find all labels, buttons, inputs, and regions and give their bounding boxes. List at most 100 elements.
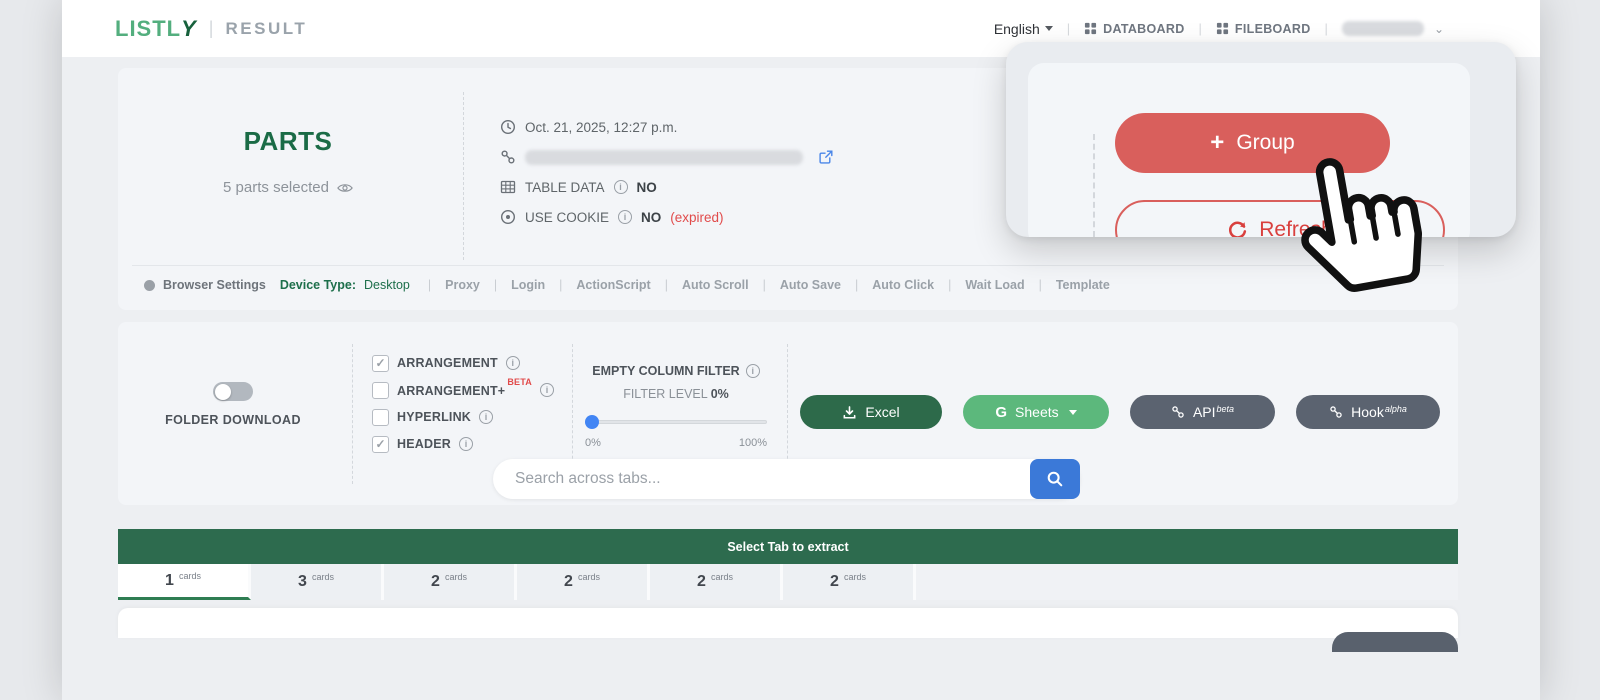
browser-option-proxy[interactable]: Proxy: [428, 278, 480, 292]
eye-icon[interactable]: [337, 180, 353, 196]
vertical-divider: [1093, 134, 1095, 237]
toggle-knob: [215, 384, 231, 400]
grid-icon: [1084, 22, 1097, 35]
info-row-date: Oct. 21, 2025, 12:27 p.m.: [500, 112, 834, 142]
brand-logo: LISTLY: [115, 16, 197, 42]
browser-option-auto-scroll[interactable]: Auto Scroll: [665, 278, 749, 292]
logo[interactable]: LISTLY | RESULT: [115, 16, 307, 42]
slider-min-label: 0%: [585, 437, 601, 449]
nav-divider: |: [1325, 21, 1328, 36]
tab-4[interactable]: 2cards: [517, 564, 650, 600]
slider-knob[interactable]: [585, 415, 599, 429]
tab-5[interactable]: 2cards: [650, 564, 783, 600]
info-icon[interactable]: [506, 356, 520, 370]
page-title: RESULT: [225, 19, 307, 39]
plus-icon: +: [1210, 131, 1224, 155]
info-icon[interactable]: [479, 410, 493, 424]
browser-option-template[interactable]: Template: [1039, 278, 1110, 292]
partially-visible-button[interactable]: [1332, 632, 1458, 652]
language-dropdown[interactable]: English: [994, 21, 1053, 37]
link-icon: [500, 149, 516, 165]
target-icon: [500, 209, 516, 225]
parts-summary: PARTS 5 parts selected: [118, 126, 458, 196]
checkbox-row-arrangement: ARRANGEMENT: [372, 354, 554, 372]
header-checkbox[interactable]: [372, 436, 389, 453]
sheets-label: Sheets: [1015, 404, 1059, 420]
excel-export-button[interactable]: Excel: [800, 395, 942, 429]
folder-download-block: FOLDER DOWNLOAD: [148, 382, 318, 427]
filter-level-value: 0%: [711, 387, 729, 401]
job-date: Oct. 21, 2025, 12:27 p.m.: [525, 120, 677, 135]
parts-title: PARTS: [118, 126, 458, 157]
search-input[interactable]: [493, 459, 1023, 499]
filter-level-slider[interactable]: [585, 415, 767, 429]
hook-export-button[interactable]: Hookalpha: [1296, 395, 1440, 429]
chevron-down-icon: [1069, 410, 1077, 415]
checkbox-row-arrangement-plus: ARRANGEMENT+BETA: [372, 381, 554, 399]
arrangement-plus-label: ARRANGEMENT+BETA: [397, 382, 532, 398]
export-buttons: Excel G Sheets APIbeta Hookalpha: [800, 395, 1440, 429]
google-sheets-export-button[interactable]: G Sheets: [963, 395, 1109, 429]
info-icon[interactable]: [746, 364, 760, 378]
info-icon[interactable]: [614, 180, 628, 194]
folder-download-toggle[interactable]: [213, 382, 253, 401]
hand-pointer-cursor: [1283, 140, 1434, 304]
api-export-button[interactable]: APIbeta: [1130, 395, 1275, 429]
hyperlink-checkbox[interactable]: [372, 409, 389, 426]
slider-max-label: 100%: [739, 437, 767, 449]
group-label: Group: [1236, 131, 1294, 155]
browser-option-wait-load[interactable]: Wait Load: [948, 278, 1025, 292]
vertical-divider: [352, 344, 353, 484]
external-link-icon[interactable]: [818, 149, 834, 165]
nav-databoard[interactable]: DATABOARD: [1084, 22, 1184, 36]
info-icon[interactable]: [459, 437, 473, 451]
tab-3[interactable]: 2cards: [384, 564, 517, 600]
export-checkbox-list: ARRANGEMENT ARRANGEMENT+BETA HYPERLINK H…: [372, 354, 554, 453]
excel-label: Excel: [865, 404, 899, 420]
select-tab-title: Select Tab to extract: [727, 540, 848, 554]
header-label: HEADER: [397, 437, 451, 451]
tab-6[interactable]: 2cards: [783, 564, 916, 600]
parts-selected-count: 5 parts selected: [118, 179, 458, 196]
tab-row: 1cards 3cards 2cards 2cards 2cards 2card…: [118, 564, 1458, 600]
api-label: APIbeta: [1193, 404, 1234, 420]
info-icon[interactable]: [618, 210, 632, 224]
chevron-down-icon: ⌄: [1434, 22, 1444, 36]
user-menu[interactable]: ⌄: [1342, 21, 1444, 36]
table-icon: [500, 179, 516, 195]
horizontal-divider: [132, 265, 1444, 266]
tab-1[interactable]: 1cards: [118, 564, 251, 600]
info-row-use-cookie: USE COOKIE NO (expired): [500, 202, 834, 232]
cookie-expired-note: (expired): [670, 210, 723, 225]
browser-option-auto-click[interactable]: Auto Click: [855, 278, 934, 292]
info-row-table-data: TABLE DATA NO: [500, 172, 834, 202]
arrangement-checkbox[interactable]: [372, 355, 389, 372]
nav-fileboard[interactable]: FILEBOARD: [1216, 22, 1311, 36]
page-sheet: LISTLY | RESULT English | DATABOARD | FI…: [62, 0, 1540, 700]
search-button[interactable]: [1030, 459, 1080, 499]
listly-result-page: LISTLY | RESULT English | DATABOARD | FI…: [0, 0, 1600, 700]
browser-option-actionscript[interactable]: ActionScript: [559, 278, 651, 292]
checkbox-row-header: HEADER: [372, 435, 554, 453]
browser-option-login[interactable]: Login: [494, 278, 545, 292]
table-data-value: NO: [637, 180, 657, 195]
language-label: English: [994, 21, 1040, 37]
checkbox-row-hyperlink: HYPERLINK: [372, 408, 554, 426]
hyperlink-label: HYPERLINK: [397, 410, 471, 424]
action-popup: + Group Refresh: [1006, 42, 1516, 237]
job-info-list: Oct. 21, 2025, 12:27 p.m. TABLE DATA NO …: [500, 112, 834, 232]
source-url-redacted: [525, 150, 803, 165]
alpha-superscript: alpha: [1385, 404, 1407, 414]
slider-range-labels: 0% 100%: [585, 437, 767, 449]
slider-track[interactable]: [585, 420, 767, 424]
hook-label: Hookalpha: [1351, 404, 1407, 420]
table-data-label: TABLE DATA: [525, 180, 605, 195]
browser-option-auto-save[interactable]: Auto Save: [763, 278, 841, 292]
info-icon[interactable]: [540, 383, 554, 397]
arrangement-plus-checkbox[interactable]: [372, 382, 389, 399]
tab-2[interactable]: 3cards: [251, 564, 384, 600]
user-name-redacted: [1342, 21, 1424, 36]
chevron-down-icon: [1045, 26, 1053, 31]
refresh-icon: [1227, 220, 1248, 238]
vertical-divider: [463, 92, 464, 260]
